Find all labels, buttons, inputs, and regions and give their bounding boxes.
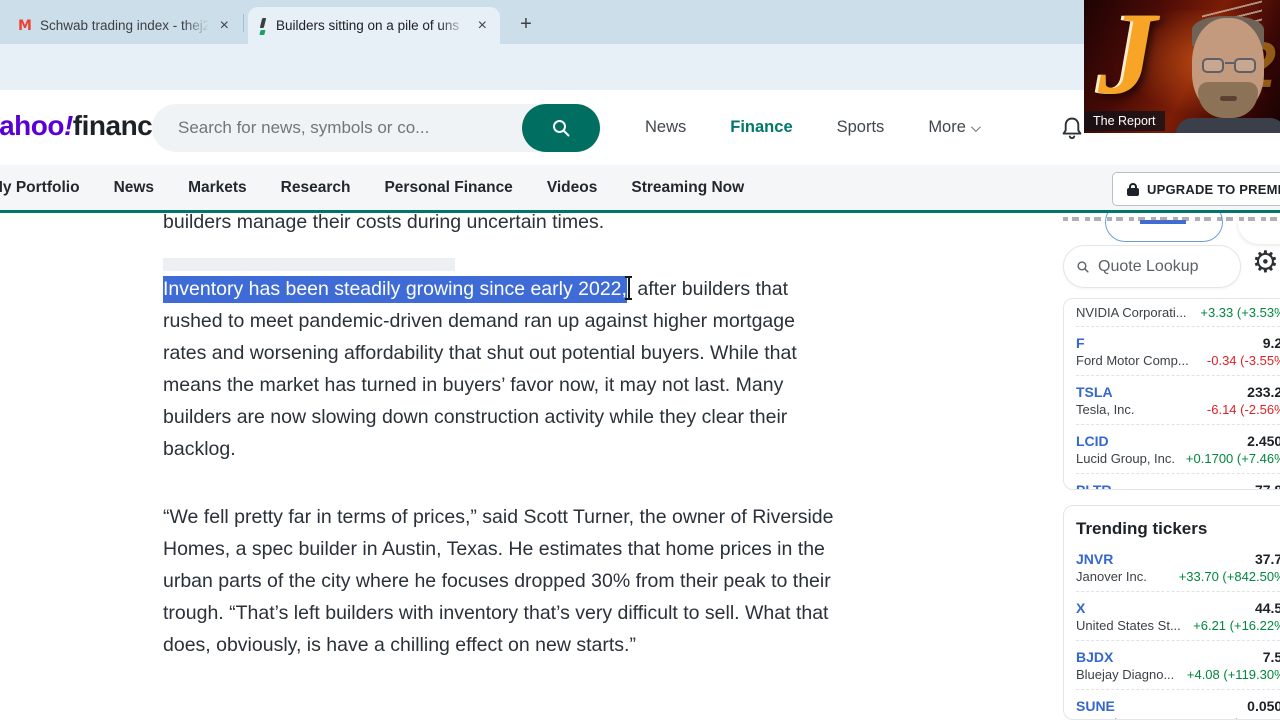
search-icon	[1077, 260, 1089, 273]
browser-tab-gmail[interactable]: M Schwab trading index - thej22r ×	[8, 7, 242, 44]
recent-quotes-card: NVIDIA Corporati...+3.33 (+3.53%) F9.24 …	[1063, 298, 1280, 490]
nav-more[interactable]: More	[928, 118, 981, 137]
selection-artifact	[163, 258, 455, 271]
quote-row-x[interactable]: X44.50 United States St...+6.21 (+16.22%…	[1076, 591, 1280, 640]
article-paragraph: Inventory has been steadily growing sinc…	[163, 276, 797, 460]
subnav-markets[interactable]: Markets	[188, 179, 247, 197]
gmail-favicon-icon: M	[18, 17, 32, 34]
text-cursor	[625, 276, 633, 300]
tab-title: Schwab trading index - thej22r	[39, 18, 209, 33]
tab-divider	[243, 14, 244, 32]
subnav-research[interactable]: Research	[281, 179, 351, 197]
webcam-caption: The Report	[1084, 111, 1165, 131]
article-paragraph: “We fell pretty far in terms of prices,”…	[163, 506, 834, 656]
subnav-streaming-now[interactable]: Streaming Now	[631, 179, 744, 197]
new-tab-button[interactable]: +	[512, 10, 540, 38]
tab-close-icon[interactable]: ×	[217, 17, 232, 34]
chevron-down-icon	[970, 122, 981, 133]
upgrade-to-premium-button[interactable]: UPGRADE TO PREMIUM	[1112, 172, 1280, 206]
nav-news[interactable]: News	[645, 118, 686, 137]
person-shoulders	[1176, 118, 1280, 133]
quote-row-jnvr[interactable]: JNVR37.70 Janover Inc.+33.70 (+842.50%)	[1076, 543, 1280, 591]
search-input[interactable]	[152, 118, 482, 138]
header-search[interactable]	[152, 104, 600, 152]
quote-row-f[interactable]: F9.24 Ford Motor Comp...-0.34 (-3.55%)	[1076, 326, 1280, 375]
person-mouth	[1220, 96, 1237, 101]
quote-row-sune[interactable]: SUNE0.0500 SUNation Ener...-0.1660 (-76.…	[1076, 689, 1280, 719]
trending-tickers-card: Trending tickers JNVR37.70 Janover Inc.+…	[1063, 505, 1280, 720]
search-icon	[553, 120, 570, 137]
subnav-my-portfolio[interactable]: My Portfolio	[0, 179, 80, 197]
subnav-personal-finance[interactable]: Personal Finance	[384, 179, 512, 197]
lock-icon	[1127, 182, 1139, 196]
yahoo-favicon-icon	[258, 17, 268, 35]
selected-text[interactable]: Inventory has been steadily growing sinc…	[163, 276, 627, 303]
quote-lookup[interactable]	[1063, 245, 1241, 288]
tab-close-icon[interactable]: ×	[475, 17, 490, 34]
article-body: builders manage their costs during uncer…	[163, 206, 839, 661]
quote-row-pltr[interactable]: PLTR77.84 Palantir Technolo...+3.83 (+5.…	[1076, 473, 1280, 489]
quote-row-bjdx[interactable]: BJDX7.50 Bluejay Diagno...+4.08 (+119.30…	[1076, 640, 1280, 689]
browser-tab-article[interactable]: Builders sitting on a pile of uns ×	[248, 7, 500, 44]
subnav-news[interactable]: News	[114, 179, 155, 197]
quote-lookup-input[interactable]	[1098, 257, 1228, 276]
clipped-text-fragment	[1063, 217, 1280, 221]
webcam-person	[1176, 16, 1280, 133]
webcam-overlay: J 22 The Report	[1084, 0, 1280, 133]
quote-row-lcid[interactable]: LCID2.4500 Lucid Group, Inc.+0.1700 (+7.…	[1076, 424, 1280, 473]
tab-title: Builders sitting on a pile of uns	[276, 18, 460, 33]
notifications-bell-icon[interactable]	[1060, 116, 1084, 142]
subnav-videos[interactable]: Videos	[547, 179, 598, 197]
quote-row-nvda[interactable]: NVIDIA Corporati...+3.33 (+3.53%)	[1076, 299, 1280, 326]
finance-subnav: My Portfolio News Markets Research Perso…	[0, 165, 1280, 213]
trending-tickers-title: Trending tickers	[1076, 519, 1208, 538]
yahoo-finance-logo[interactable]: yahoo!finance	[0, 110, 168, 142]
webcam-logo-letter: J	[1098, 0, 1157, 119]
gear-icon[interactable]: ⚙	[1252, 248, 1279, 278]
top-navigation: News Finance Sports More	[645, 90, 981, 165]
search-button[interactable]	[522, 104, 600, 152]
person-glasses	[1200, 58, 1258, 74]
nav-sports[interactable]: Sports	[837, 118, 885, 137]
quote-row-tsla[interactable]: TSLA233.29 Tesla, Inc.-6.14 (-2.56%)	[1076, 375, 1280, 424]
nav-finance[interactable]: Finance	[730, 118, 792, 137]
